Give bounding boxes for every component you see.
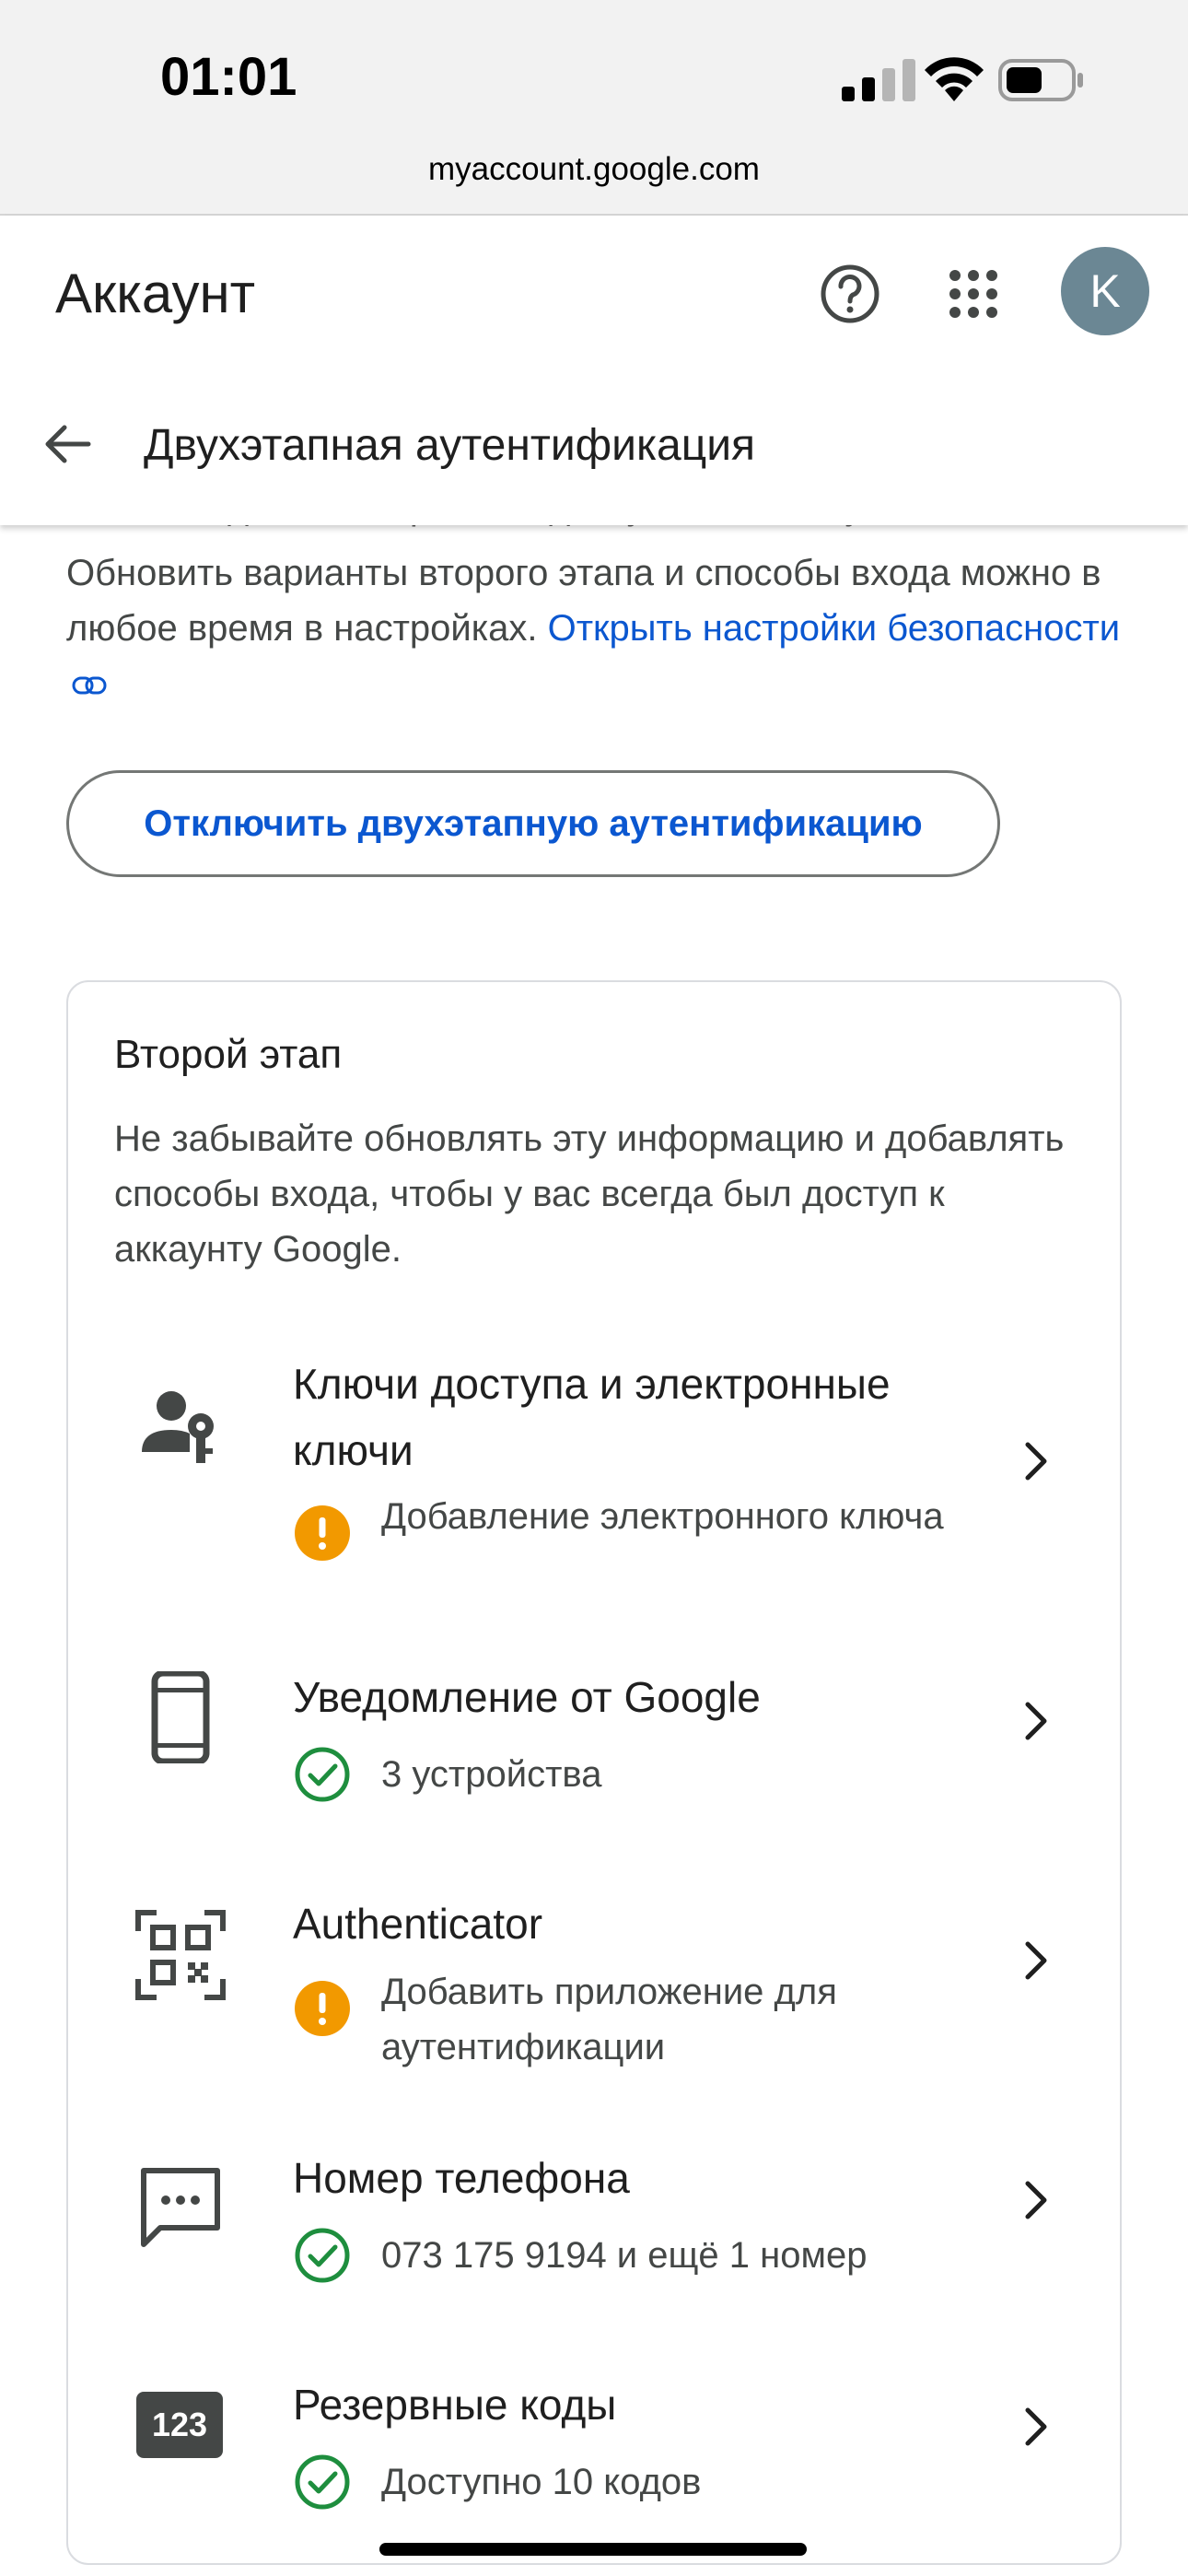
page-title: Двухэтапная аутентификация: [144, 421, 756, 470]
link-icon: [72, 676, 107, 695]
row-status: 073 175 9194 и ещё 1 номер: [381, 2235, 868, 2276]
check-circle-icon: [295, 1747, 350, 1802]
passkeys-row[interactable]: Ключи доступа и электронные ключи Добавл…: [68, 1351, 1124, 1590]
chevron-right-icon: [1025, 1702, 1047, 1740]
row-status: 3 устройства: [381, 1754, 602, 1795]
second-step-card: Второй этап Не забывайте обновлять эту и…: [66, 980, 1122, 2565]
row-title: Резервные коды: [293, 2381, 617, 2429]
battery-icon: [998, 59, 1083, 101]
check-circle-icon: [295, 2454, 350, 2510]
row-title: Уведомление от Google: [293, 1673, 761, 1721]
backup-codes-icon: 123: [136, 2392, 223, 2458]
back-arrow-icon[interactable]: [39, 416, 94, 472]
app-header: Аккаунт K Двухэтапная аутентификация: [0, 216, 1188, 525]
card-title: Второй этап: [114, 1032, 343, 1077]
authenticator-row[interactable]: Authenticator Добавить приложение для ау…: [68, 1891, 1124, 2102]
disable-2fa-button[interactable]: Отключить двухэтапную аутентификацию: [66, 770, 1000, 877]
check-circle-icon: [295, 2228, 350, 2283]
chevron-right-icon: [1025, 1442, 1047, 1481]
intro-text: Обновить варианты второго этапа и способ…: [66, 545, 1125, 711]
avatar[interactable]: K: [1061, 247, 1149, 335]
app-title: Аккаунт: [55, 263, 256, 324]
status-bar: 01:01 myaccount.google.com: [0, 0, 1188, 216]
wifi-icon: [925, 57, 984, 101]
row-title: Номер телефона: [293, 2154, 630, 2202]
google-prompt-row[interactable]: Уведомление от Google 3 устройства: [68, 1664, 1124, 1811]
row-title: Authenticator: [293, 1900, 543, 1948]
url-bar[interactable]: myaccount.google.com: [0, 151, 1188, 188]
help-icon[interactable]: [820, 263, 880, 324]
row-title: Ключи доступа и электронные ключи: [293, 1360, 891, 1474]
warning-icon: [295, 1505, 350, 1561]
home-indicator[interactable]: [379, 2543, 807, 2556]
person-key-icon: [142, 1391, 214, 1463]
apps-grid-icon[interactable]: [949, 269, 998, 319]
warning-icon: [295, 1981, 350, 2036]
chevron-right-icon: [1025, 1941, 1047, 1980]
cellular-signal-icon: [842, 59, 915, 101]
phone-icon: [151, 1671, 210, 1763]
row-status: Добавить приложение для аутентификации: [381, 1972, 837, 2067]
message-icon: [141, 2168, 220, 2247]
row-status: Добавление электронного ключа: [381, 1496, 944, 1537]
chevron-right-icon: [1025, 2407, 1047, 2446]
phone-number-row[interactable]: Номер телефона 073 175 9194 и ещё 1 номе…: [68, 2145, 1124, 2292]
status-time: 01:01: [160, 47, 297, 107]
qr-code-icon: [135, 1910, 226, 2000]
card-description: Не забывайте обновлять эту информацию и …: [114, 1118, 1065, 1270]
chevron-right-icon: [1025, 2181, 1047, 2219]
row-status: Доступно 10 кодов: [381, 2462, 702, 2502]
backup-codes-row[interactable]: 123 Резервные коды Доступно 10 кодов: [68, 2371, 1124, 2519]
